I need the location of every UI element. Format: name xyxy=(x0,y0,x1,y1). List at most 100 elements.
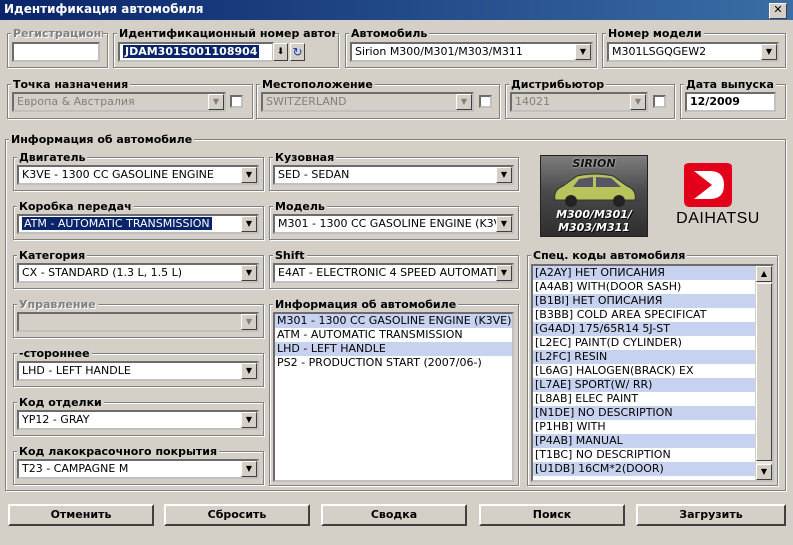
list-item[interactable]: [A4AB] WITH(DOOR SASH) xyxy=(533,280,772,294)
chevron-down-icon[interactable]: ▼ xyxy=(241,265,257,281)
control-label: Управление xyxy=(17,298,98,311)
paint-label: Код лакокрасочного покрытия xyxy=(17,445,220,458)
registration-input[interactable] xyxy=(12,42,100,62)
distributor-select[interactable]: 14021 ▼ xyxy=(510,92,648,112)
car-photo-codes-line-1: M300/M301/ xyxy=(556,208,632,221)
transmission-label: Коробка передач xyxy=(17,200,134,213)
chevron-down-icon[interactable]: ▼ xyxy=(496,216,512,232)
release-date-input[interactable]: 12/2009 xyxy=(685,92,776,112)
car-photo: SIRION M300/M301/ M303/M311 xyxy=(540,155,648,237)
list-item[interactable]: [P1HB] WITH xyxy=(533,420,772,434)
list-item[interactable]: ATM - AUTOMATIC TRANSMISSION xyxy=(275,328,512,342)
scroll-down-icon[interactable]: ▼ xyxy=(756,464,772,480)
list-item[interactable]: [B1BI] НЕТ ОПИСАНИЯ xyxy=(533,294,772,308)
list-item[interactable]: [B3BB] COLD AREA SPECIFICAT xyxy=(533,308,772,322)
list-item[interactable]: [T1BC] NO DESCRIPTION xyxy=(533,448,772,462)
trim-label: Код отделки xyxy=(17,396,104,409)
list-item[interactable]: PS2 - PRODUCTION START (2007/06-) xyxy=(275,356,512,370)
list-item[interactable]: [L2FC] RESIN xyxy=(533,350,772,364)
engine-select[interactable]: K3VE - 1300 CC GASOLINE ENGINE ▼ xyxy=(17,165,259,185)
search-button[interactable]: Поиск xyxy=(479,504,625,526)
car-photo-codes-line-2: M303/M311 xyxy=(558,221,630,234)
engine-value: K3VE - 1300 CC GASOLINE ENGINE xyxy=(22,168,214,181)
chevron-down-icon[interactable]: ▼ xyxy=(761,44,777,60)
car-info-label: Информация об автомобиле xyxy=(273,298,459,311)
chevron-down-icon[interactable]: ▼ xyxy=(630,94,646,110)
destination-select[interactable]: Европа & Австралия ▼ xyxy=(12,92,226,112)
vin-dropdown-button[interactable]: ⬇ xyxy=(273,43,288,61)
body-select[interactable]: SED - SEDAN ▼ xyxy=(273,165,514,185)
scroll-up-icon[interactable]: ▲ xyxy=(756,266,772,282)
chevron-down-icon[interactable]: ▼ xyxy=(241,461,257,477)
daihatsu-logo-icon xyxy=(684,163,732,207)
list-item[interactable]: [L8AB] ELEC PAINT xyxy=(533,392,772,406)
car-value: Sirion M300/M301/M303/M311 xyxy=(355,45,523,58)
body-value: SED - SEDAN xyxy=(278,168,350,181)
list-item[interactable]: [L6AG] HALOGEN(BRACK) EX xyxy=(533,364,772,378)
transmission-value: ATM - AUTOMATIC TRANSMISSION xyxy=(22,217,212,230)
destination-value: Европа & Австралия xyxy=(17,95,135,108)
engine-label: Двигатель xyxy=(17,151,88,164)
chevron-down-icon[interactable]: ▼ xyxy=(496,265,512,281)
list-item[interactable]: [N1DE] NO DESCRIPTION xyxy=(533,406,772,420)
category-select[interactable]: CX - STANDARD (1.3 L, 1.5 L) ▼ xyxy=(17,263,259,283)
close-button[interactable]: ✕ xyxy=(769,3,787,19)
location-checkbox[interactable] xyxy=(479,95,492,108)
scroll-thumb[interactable] xyxy=(756,283,772,461)
chevron-down-icon[interactable]: ▼ xyxy=(456,94,472,110)
distributor-checkbox[interactable] xyxy=(653,95,666,108)
refresh-icon: ↻ xyxy=(292,45,303,59)
chevron-down-icon[interactable]: ▼ xyxy=(208,94,224,110)
spec-codes-list[interactable]: [A2AY] НЕТ ОПИСАНИЯ [A4AB] WITH(DOOR SAS… xyxy=(531,264,774,482)
distributor-label: Дистрибьютор xyxy=(509,78,607,91)
list-item[interactable]: [L2EC] PAINT(D CYLINDER) xyxy=(533,336,772,350)
chevron-down-icon[interactable]: ▼ xyxy=(241,167,257,183)
chevron-down-icon[interactable]: ▼ xyxy=(496,167,512,183)
chevron-down-icon[interactable]: ▼ xyxy=(241,314,257,330)
chevron-down-icon[interactable]: ▼ xyxy=(241,412,257,428)
spec-codes-scrollbar[interactable]: ▲ ▼ xyxy=(755,266,772,480)
list-item[interactable]: [L7AE] SPORT(W/ RR) xyxy=(533,378,772,392)
list-item[interactable]: [A2AY] НЕТ ОПИСАНИЯ xyxy=(533,266,772,280)
vin-value: JDAM301S001108904 xyxy=(123,45,260,58)
car-label: Автомобиль xyxy=(349,27,430,40)
shift-select[interactable]: E4AT - ELECTRONIC 4 SPEED AUTOMATIC ▼ xyxy=(273,263,514,283)
transmission-select[interactable]: ATM - AUTOMATIC TRANSMISSION ▼ xyxy=(17,214,259,234)
chevron-down-icon[interactable]: ▼ xyxy=(575,44,591,60)
trim-value: YP12 - GRAY xyxy=(22,413,90,426)
reset-button[interactable]: Сбросить xyxy=(164,504,310,526)
cancel-button[interactable]: Отменить xyxy=(8,504,154,526)
car-info-list[interactable]: M301 - 1300 CC GASOLINE ENGINE (K3VE) 2W… xyxy=(273,312,514,482)
list-item[interactable]: [U1DB] 16CM*2(DOOR) xyxy=(533,462,772,476)
release-date-value: 12/2009 xyxy=(690,95,740,108)
control-select[interactable]: ▼ xyxy=(17,312,259,332)
list-item[interactable]: [G4AD] 175/65R14 5J-ST xyxy=(533,322,772,336)
vin-input[interactable]: JDAM301S001108904 xyxy=(118,42,274,62)
distributor-value: 14021 xyxy=(515,95,550,108)
list-item[interactable]: LHD - LEFT HANDLE xyxy=(275,342,512,356)
chevron-down-icon[interactable]: ▼ xyxy=(241,363,257,379)
chevron-down-icon[interactable]: ▼ xyxy=(241,216,257,232)
load-button[interactable]: Загрузить xyxy=(636,504,786,526)
trim-select[interactable]: YP12 - GRAY ▼ xyxy=(17,410,259,430)
vin-label: Идентификационный номер автомобиля xyxy=(117,27,335,40)
category-value: CX - STANDARD (1.3 L, 1.5 L) xyxy=(22,266,183,279)
model-select[interactable]: M301 - 1300 CC GASOLINE ENGINE (K3VE) ▼ xyxy=(273,214,514,234)
list-item[interactable]: M301 - 1300 CC GASOLINE ENGINE (K3VE) 2W… xyxy=(275,314,512,328)
car-select[interactable]: Sirion M300/M301/M303/M311 ▼ xyxy=(350,42,593,62)
paint-select[interactable]: T23 - CAMPAGNE M ▼ xyxy=(17,459,259,479)
vin-refresh-button[interactable]: ↻ xyxy=(290,43,305,61)
summary-button[interactable]: Сводка xyxy=(321,504,467,526)
shift-label: Shift xyxy=(273,249,307,262)
steering-side-select[interactable]: LHD - LEFT HANDLE ▼ xyxy=(17,361,259,381)
model-number-select[interactable]: M301LSGQGEW2 ▼ xyxy=(607,42,779,62)
list-item[interactable]: [P4AB] MANUAL xyxy=(533,434,772,448)
window-title: Идентификация автомобиля xyxy=(4,2,204,16)
model-label: Модель xyxy=(273,200,327,213)
paint-value: T23 - CAMPAGNE M xyxy=(22,462,129,475)
destination-checkbox[interactable] xyxy=(230,95,243,108)
close-icon: ✕ xyxy=(773,3,783,16)
title-bar: Идентификация автомобиля ✕ xyxy=(0,0,793,20)
model-number-label: Номер модели xyxy=(606,27,704,40)
location-select[interactable]: SWITZERLAND ▼ xyxy=(261,92,474,112)
